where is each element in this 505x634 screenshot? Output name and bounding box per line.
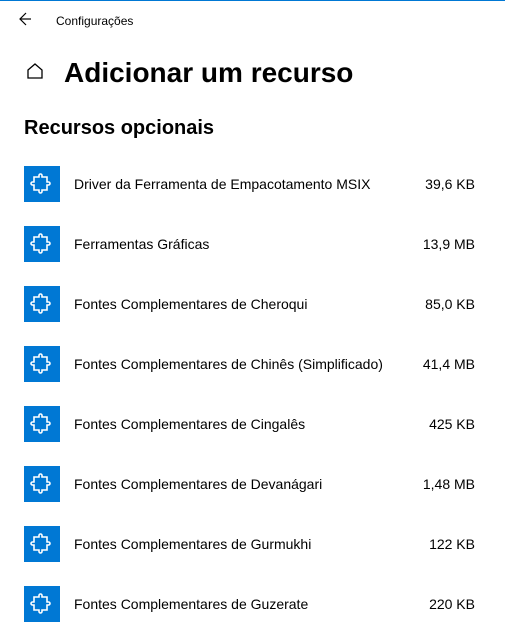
home-button[interactable] xyxy=(24,62,46,84)
puzzle-icon xyxy=(24,166,60,202)
feature-list: Driver da Ferramenta de Empacotamento MS… xyxy=(0,154,505,634)
section-title: Recursos opcionais xyxy=(0,117,505,154)
feature-name: Fontes Complementares de Guzerate xyxy=(74,596,415,612)
feature-name: Driver da Ferramenta de Empacotamento MS… xyxy=(74,176,411,192)
back-arrow-icon xyxy=(16,11,32,32)
feature-item[interactable]: Fontes Complementares de Gurmukhi 122 KB xyxy=(18,514,487,574)
puzzle-icon xyxy=(24,286,60,322)
feature-size: 41,4 MB xyxy=(423,356,481,372)
home-icon xyxy=(25,61,45,86)
feature-name: Fontes Complementares de Cingalês xyxy=(74,416,415,432)
puzzle-icon xyxy=(24,466,60,502)
puzzle-icon xyxy=(24,406,60,442)
puzzle-icon xyxy=(24,226,60,262)
feature-size: 13,9 MB xyxy=(423,236,481,252)
feature-name: Fontes Complementares de Chinês (Simplif… xyxy=(74,356,409,372)
feature-name: Fontes Complementares de Devanágari xyxy=(74,476,409,492)
page-header: Adicionar um recurso xyxy=(0,37,505,117)
feature-size: 425 KB xyxy=(429,416,481,432)
feature-item[interactable]: Fontes Complementares de Cingalês 425 KB xyxy=(18,394,487,454)
back-button[interactable] xyxy=(16,13,32,29)
puzzle-icon xyxy=(24,586,60,622)
feature-item[interactable]: Fontes Complementares de Devanágari 1,48 … xyxy=(18,454,487,514)
feature-name: Fontes Complementares de Cheroqui xyxy=(74,296,411,312)
feature-item[interactable]: Fontes Complementares de Chinês (Simplif… xyxy=(18,334,487,394)
feature-item[interactable]: Fontes Complementares de Cheroqui 85,0 KB xyxy=(18,274,487,334)
header-bar: Configurações xyxy=(0,1,505,37)
feature-item[interactable]: Ferramentas Gráficas 13,9 MB xyxy=(18,214,487,274)
feature-size: 39,6 KB xyxy=(425,176,481,192)
app-title: Configurações xyxy=(56,14,133,28)
feature-size: 85,0 KB xyxy=(425,296,481,312)
feature-item[interactable]: Fontes Complementares de Guzerate 220 KB xyxy=(18,574,487,634)
feature-size: 122 KB xyxy=(429,536,481,552)
page-title: Adicionar um recurso xyxy=(64,57,353,89)
puzzle-icon xyxy=(24,346,60,382)
puzzle-icon xyxy=(24,526,60,562)
feature-size: 1,48 MB xyxy=(423,476,481,492)
feature-name: Fontes Complementares de Gurmukhi xyxy=(74,536,415,552)
feature-size: 220 KB xyxy=(429,596,481,612)
feature-item[interactable]: Driver da Ferramenta de Empacotamento MS… xyxy=(18,154,487,214)
feature-name: Ferramentas Gráficas xyxy=(74,236,409,252)
